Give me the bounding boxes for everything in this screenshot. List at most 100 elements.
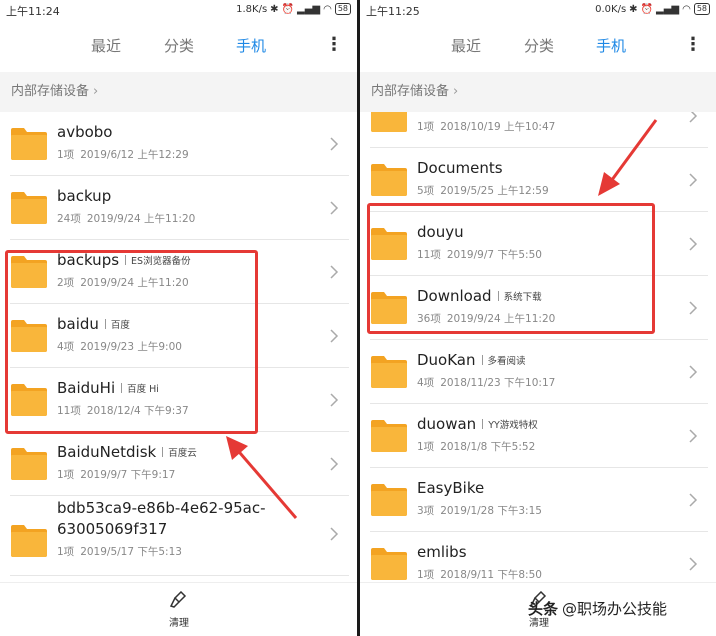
folder-name: EasyBike (417, 479, 485, 497)
tab-category[interactable]: 分类 (524, 35, 554, 56)
folder-alias-tag: 系统下载 (498, 289, 542, 303)
folder-icon (11, 384, 47, 416)
chevron-right-icon (330, 329, 339, 343)
folder-name: bdb53ca9-e86b-4e62-95ac- (57, 499, 266, 517)
folder-alias-tag: 百度 Hi (121, 381, 159, 395)
folder-icon (371, 420, 407, 452)
more-options-icon[interactable]: ⋮ (325, 34, 343, 55)
status-time: 上午11:25 (366, 5, 420, 18)
item-count: 2项 (57, 277, 75, 289)
folder-name-line: Documents (417, 159, 503, 177)
folder-name: douyu (417, 223, 464, 241)
folder-icon (11, 192, 47, 224)
folder-row[interactable]: emlibs 1项 2018/9/11 下午8:50 (360, 532, 716, 582)
folder-name-line: Download 系统下载 (417, 287, 542, 305)
folder-row[interactable]: BaiduHi 百度 Hi 11项 2018/12/4 下午9:37 (0, 368, 357, 432)
breadcrumb[interactable]: 内部存储设备 › (0, 72, 357, 112)
folder-name-line: avbobo (57, 123, 112, 141)
item-count: 1项 (417, 441, 435, 453)
folder-row[interactable]: douyu 11项 2019/9/7 下午5:50 (360, 212, 716, 276)
tab-bar: 最近 分类 手机 ⋮ (0, 32, 357, 62)
file-list: avbobo 1项 2019/6/12 上午12:29 backup 24项 2019/9… (0, 112, 357, 582)
folder-name-continued: 63005069f317 (57, 520, 168, 538)
item-count: 5项 (417, 185, 435, 197)
folder-name: BaiduHi (57, 379, 116, 397)
folder-icon (11, 320, 47, 352)
folder-name-line: baidu 百度 (57, 315, 130, 333)
modified-date: 2019/5/25 上午12:59 (440, 185, 549, 197)
folder-row[interactable]: duowan YY游戏特权 1项 2018/1/8 下午5:52 (360, 404, 716, 468)
modified-date: 2018/12/4 下午9:37 (86, 405, 189, 417)
tab-bar: 最近 分类 手机 ⋮ (360, 32, 716, 62)
folder-name-line: DuoKan 多看阅读 (417, 351, 526, 369)
folder-icon (11, 256, 47, 288)
folder-alias-tag: 百度云 (162, 445, 197, 459)
modified-date: 2019/9/24 上午11:20 (86, 213, 196, 225)
folder-name-line: BaiduHi 百度 Hi (57, 379, 159, 397)
folder-name: baidu (57, 315, 99, 333)
modified-date: 2019/9/23 上午9:00 (80, 341, 182, 353)
tab-phone[interactable]: 手机 (236, 35, 266, 56)
folder-row[interactable]: BaiduNetdisk 百度云 1项 2019/9/7 下午9:17 (0, 432, 357, 496)
modified-date: 2019/9/7 下午5:50 (446, 249, 542, 261)
row-divider (10, 575, 349, 576)
folder-meta: 1项 2019/5/17 下午5:13 (57, 544, 182, 559)
folder-name-line: douyu (417, 223, 464, 241)
modified-date: 2019/5/17 下午5:13 (80, 546, 182, 558)
item-count: 36项 (417, 313, 441, 325)
folder-name: Documents (417, 159, 503, 177)
folder-row[interactable]: Documents 5项 2019/5/25 上午12:59 (360, 148, 716, 212)
folder-name-line: emlibs (417, 543, 467, 561)
tab-phone[interactable]: 手机 (596, 35, 626, 56)
signal-icon: ▂▄▆ (297, 3, 321, 15)
folder-icon (371, 484, 407, 516)
folder-row[interactable]: avbobo 1项 2019/6/12 上午12:29 (0, 112, 357, 176)
clean-button[interactable]: 清理 (159, 590, 199, 629)
folder-meta: 11项 2019/9/7 下午5:50 (417, 247, 542, 262)
status-indicators: 1.8K/s ✱ ⏰ ▂▄▆ ◠ 58 (236, 3, 351, 15)
folder-alias-tag: YY游戏特权 (482, 417, 538, 431)
folder-row[interactable]: Download 系统下载 36项 2019/9/24 上午11:20 (360, 276, 716, 340)
folder-row-partial[interactable]: 1项 2018/10/19 上午10:47 (360, 112, 716, 148)
folder-row[interactable]: EasyBike 3项 2019/1/28 下午3:15 (360, 468, 716, 532)
status-indicators: 0.0K/s ✱ ⏰ ▂▄▆ ◠ 58 (595, 3, 710, 15)
folder-alias-tag: ES浏览器备份 (125, 253, 191, 267)
item-count: 1项 (57, 546, 75, 558)
status-bar: 上午11:25 0.0K/s ✱ ⏰ ▂▄▆ ◠ 58 (360, 0, 716, 20)
modified-date: 2018/10/19 上午10:47 (440, 121, 556, 133)
folder-row[interactable]: backup 24项 2019/9/24 上午11:20 (0, 176, 357, 240)
status-time: 上午11:24 (6, 5, 60, 18)
status-bar: 上午11:24 1.8K/s ✱ ⏰ ▂▄▆ ◠ 58 (0, 0, 357, 20)
tab-recent[interactable]: 最近 (91, 35, 121, 56)
battery-icon: 58 (693, 3, 710, 15)
folder-row[interactable]: backups ES浏览器备份 2项 2019/9/24 上午11:20 (0, 240, 357, 304)
item-count: 1项 (417, 569, 435, 581)
folder-meta: 4项 2019/9/23 上午9:00 (57, 339, 182, 354)
left-phone-screen: 上午11:24 1.8K/s ✱ ⏰ ▂▄▆ ◠ 58 最近 分类 手机 ⋮ 内… (0, 0, 357, 636)
folder-icon (11, 128, 47, 160)
breadcrumb-label: 内部存储设备 (11, 84, 90, 99)
folder-meta: 36项 2019/9/24 上午11:20 (417, 311, 555, 326)
tab-recent[interactable]: 最近 (451, 35, 481, 56)
breadcrumb[interactable]: 内部存储设备 › (360, 72, 716, 112)
folder-meta: 1项 2019/6/12 上午12:29 (57, 147, 189, 162)
more-options-icon[interactable]: ⋮ (684, 34, 702, 55)
folder-icon (371, 228, 407, 260)
tab-category[interactable]: 分类 (164, 35, 194, 56)
folder-name: backups (57, 251, 120, 269)
chevron-right-icon (330, 457, 339, 471)
network-speed: 1.8K/s (236, 3, 268, 15)
folder-row[interactable]: DuoKan 多看阅读 4项 2018/11/23 下午10:17 (360, 340, 716, 404)
folder-meta: 4项 2018/11/23 下午10:17 (417, 375, 555, 390)
modified-date: 2019/9/24 上午11:20 (446, 313, 556, 325)
folder-meta: 11项 2018/12/4 下午9:37 (57, 403, 189, 418)
folder-name: avbobo (57, 123, 113, 141)
folder-row[interactable]: baidu 百度 4项 2019/9/23 上午9:00 (0, 304, 357, 368)
chevron-right-icon (330, 265, 339, 279)
folder-meta: 1项 2018/1/8 下午5:52 (417, 439, 535, 454)
chevron-right-icon (689, 301, 698, 315)
folder-row[interactable]: bdb53ca9-e86b-4e62-95ac- 63005069f317 1项 20… (0, 496, 357, 576)
chevron-right-icon: › (453, 84, 459, 99)
chevron-right-icon: › (93, 84, 99, 99)
folder-meta: 5项 2019/5/25 上午12:59 (417, 183, 549, 198)
